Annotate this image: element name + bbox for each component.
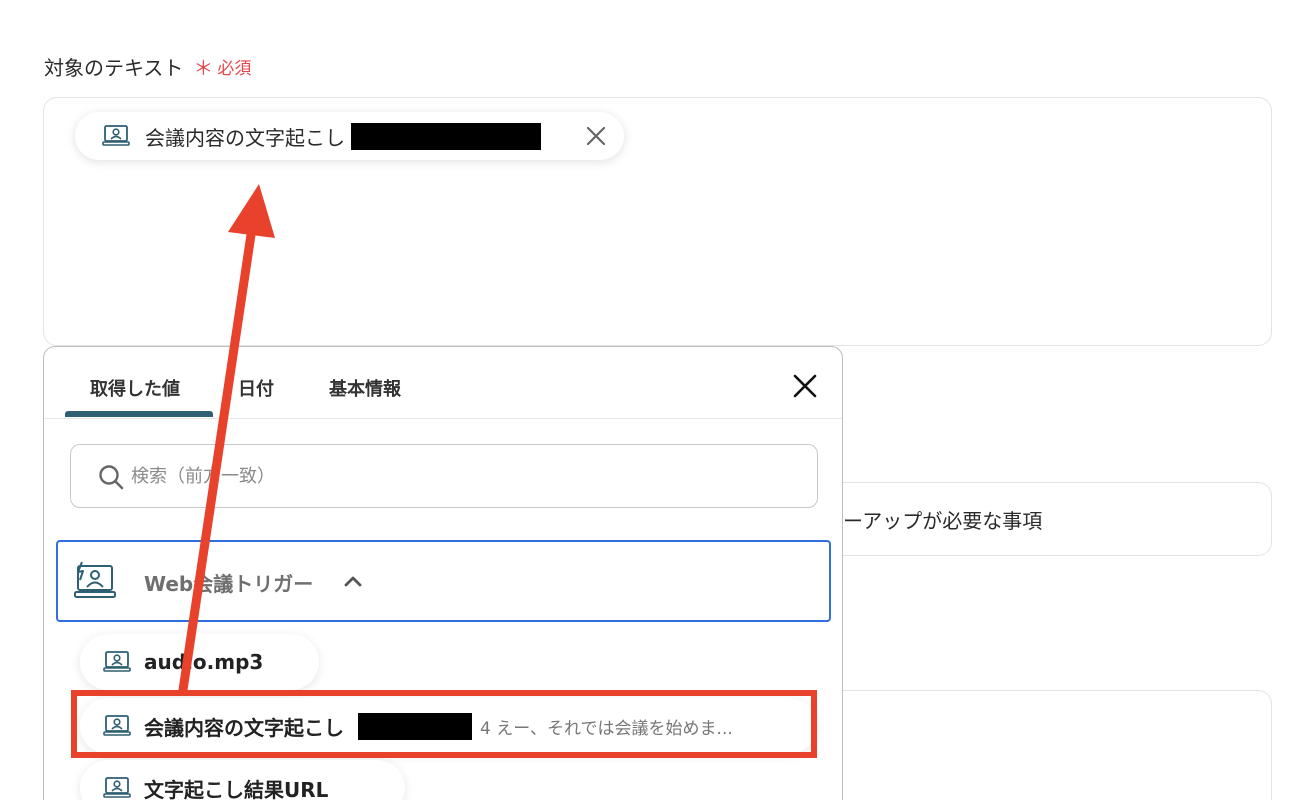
remove-chip-icon[interactable] xyxy=(584,124,608,148)
list-item-label: 文字起こし結果URL xyxy=(144,777,329,800)
search-input[interactable] xyxy=(131,459,791,493)
list-item-label: audio.mp3 xyxy=(144,650,264,674)
panel-tabs: 取得した値 日付 基本情報 xyxy=(44,347,842,419)
value-picker-panel: 取得した値 日付 基本情報 Web会議トリガー audio.mp3 会議内容の文 xyxy=(43,346,843,800)
redacted-block xyxy=(351,122,541,150)
search-icon xyxy=(97,463,125,491)
list-item-transcript-url[interactable]: 文字起こし結果URL xyxy=(80,760,405,800)
meeting-screen-icon xyxy=(102,714,132,738)
background-field[interactable]: ーアップが必要な事項 xyxy=(820,482,1272,556)
list-item-audio[interactable]: audio.mp3 xyxy=(80,634,319,690)
required-star: ＊ xyxy=(193,56,214,80)
tab-basic-info[interactable]: 基本情報 xyxy=(329,375,401,401)
list-item-preview: 4 えー、それでは会議を始めま... xyxy=(480,718,733,739)
search-box xyxy=(70,444,818,508)
required-text: 必須 xyxy=(217,59,252,79)
required-badge: ＊ 必須 xyxy=(193,52,251,81)
selected-chip-label: 会議内容の文字起こし xyxy=(145,125,345,150)
close-panel-icon[interactable] xyxy=(790,371,820,401)
list-item-transcript[interactable]: 会議内容の文字起こし 4 えー、それでは会議を始めま... xyxy=(80,698,817,754)
selected-value-chip[interactable]: 会議内容の文字起こし xyxy=(75,112,624,160)
meeting-screen-icon xyxy=(102,776,132,800)
trigger-group-header[interactable]: Web会議トリガー xyxy=(56,540,831,622)
tab-acquired-values[interactable]: 取得した値 xyxy=(90,375,180,401)
active-tab-indicator xyxy=(65,411,213,417)
background-field-text: ーアップが必要な事項 xyxy=(843,509,1043,533)
list-item-label: 会議内容の文字起こし xyxy=(144,715,344,740)
background-field-lower[interactable] xyxy=(820,690,1272,800)
group-title: Web会議トリガー xyxy=(144,572,314,596)
tab-date[interactable]: 日付 xyxy=(238,375,274,401)
redacted-block xyxy=(358,712,472,740)
meeting-screen-icon xyxy=(102,650,132,674)
meeting-screen-icon xyxy=(101,124,131,148)
meeting-trigger-icon xyxy=(72,560,120,602)
field-label-text: 対象のテキスト xyxy=(44,56,184,80)
field-label: 対象のテキスト ＊ 必須 xyxy=(44,52,251,81)
chevron-up-icon[interactable] xyxy=(342,570,364,592)
